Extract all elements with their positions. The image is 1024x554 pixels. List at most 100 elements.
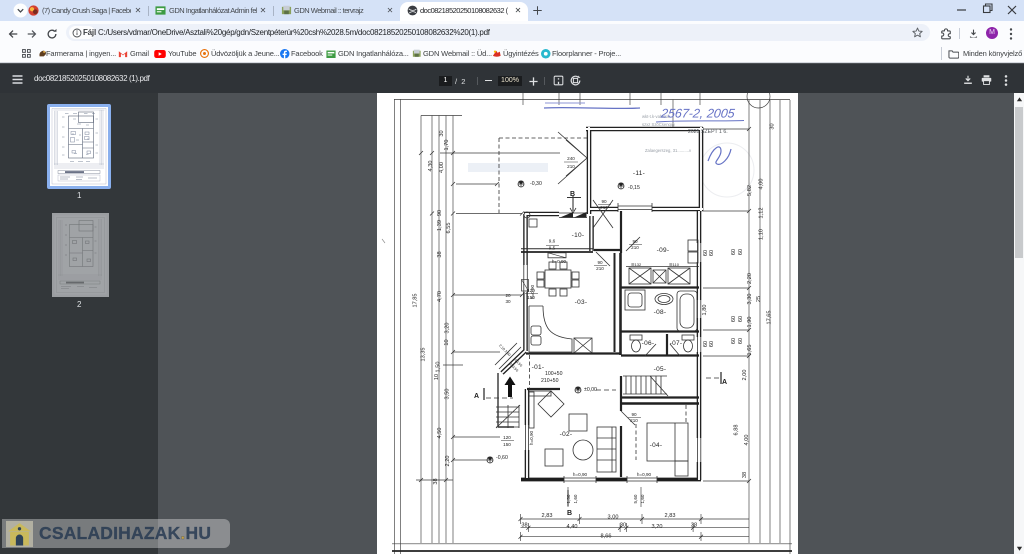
svg-text:-01-: -01-	[532, 364, 545, 371]
svg-text:2,20: 2,20	[445, 456, 451, 467]
svg-text:1,80: 1,80	[702, 305, 708, 316]
svg-text:6,55: 6,55	[446, 223, 452, 234]
svg-text:30: 30	[505, 299, 511, 304]
svg-text:60: 60	[709, 250, 715, 256]
svg-text:90: 90	[631, 412, 637, 417]
svg-text:17,85: 17,85	[413, 294, 419, 308]
svg-text:60: 60	[738, 249, 744, 255]
svg-text:1,10: 1,10	[759, 229, 765, 240]
svg-text:30: 30	[620, 523, 626, 529]
svg-text:9,5: 9,5	[549, 246, 556, 251]
svg-text:2,83: 2,83	[665, 513, 676, 519]
svg-text:240: 240	[567, 156, 575, 161]
svg-text:13,35: 13,35	[421, 348, 427, 362]
svg-text:-04-: -04-	[650, 442, 663, 449]
svg-text:1,50: 1,50	[566, 494, 571, 503]
svg-text:h=0,90: h=0,90	[529, 430, 534, 445]
svg-text:-09-: -09-	[657, 247, 670, 254]
svg-text:30: 30	[770, 123, 776, 129]
svg-text:4,40: 4,40	[567, 524, 578, 530]
svg-text:10: 10	[444, 339, 450, 345]
svg-text:3,00: 3,00	[608, 515, 619, 521]
svg-text:150: 150	[503, 442, 511, 447]
svg-text:38: 38	[742, 472, 748, 478]
svg-text:150: 150	[527, 295, 535, 300]
svg-text:1,39: 1,39	[437, 220, 443, 231]
svg-text:210: 210	[596, 266, 604, 271]
svg-text:210: 210	[630, 418, 638, 423]
svg-text:szxz SzöCsengvy: szxz SzöCsengvy	[642, 122, 676, 127]
svg-text:-07-: -07-	[670, 340, 683, 347]
svg-text:☰132: ☰132	[631, 262, 642, 267]
svg-text:3,20: 3,20	[652, 524, 663, 530]
svg-text:90: 90	[632, 239, 638, 244]
svg-text:1,60: 1,60	[640, 494, 645, 503]
svg-text:2,00: 2,00	[742, 370, 748, 381]
svg-text:-10-: -10-	[572, 232, 585, 239]
svg-text:3,50: 3,50	[445, 389, 451, 400]
svg-text:1,12: 1,12	[759, 208, 765, 219]
svg-text:210: 210	[600, 205, 608, 210]
svg-text:90: 90	[597, 260, 603, 265]
svg-text:-03-: -03-	[575, 299, 588, 306]
svg-text:3,30: 3,30	[747, 294, 753, 305]
svg-text:20: 20	[505, 293, 511, 298]
svg-text:3,20: 3,20	[445, 323, 451, 334]
svg-text:9,6: 9,6	[549, 239, 556, 244]
svg-text:100+50: 100+50	[545, 371, 563, 377]
svg-text:10: 10	[434, 374, 440, 380]
svg-text:2025 SZEPT 1 6.: 2025 SZEPT 1 6.	[688, 129, 728, 135]
svg-text:210+50: 210+50	[541, 378, 559, 384]
svg-text:B: B	[570, 191, 575, 198]
svg-text:17,65: 17,65	[767, 311, 773, 325]
svg-text:38: 38	[691, 523, 697, 529]
svg-text:2,83: 2,83	[542, 513, 553, 519]
svg-text:A: A	[722, 379, 727, 386]
svg-text:38: 38	[433, 478, 439, 484]
svg-text:25: 25	[756, 296, 762, 302]
svg-text:60: 60	[709, 341, 715, 347]
svg-text:-0,15: -0,15	[628, 185, 640, 191]
svg-text:5,82: 5,82	[747, 185, 753, 196]
svg-text:60: 60	[731, 338, 737, 344]
svg-text:-11-: -11-	[633, 170, 645, 177]
svg-text:120: 120	[503, 435, 511, 440]
svg-text:210: 210	[567, 164, 575, 169]
svg-text:60: 60	[738, 316, 744, 322]
svg-text:-0,60: -0,60	[496, 455, 508, 461]
svg-text:4,70: 4,70	[437, 291, 443, 302]
svg-text:90: 90	[601, 199, 607, 204]
svg-text:h=0,90: h=0,90	[637, 472, 652, 477]
svg-text:±0,00: ±0,00	[584, 387, 597, 393]
svg-text:B: B	[567, 510, 572, 517]
svg-text:90: 90	[437, 210, 443, 216]
svg-text:4,30: 4,30	[428, 161, 434, 172]
svg-text:60: 60	[731, 249, 737, 255]
svg-text:1,60: 1,60	[573, 494, 578, 503]
svg-text:1,90: 1,90	[747, 317, 753, 328]
svg-text:120: 120	[527, 288, 535, 293]
svg-text:38: 38	[521, 523, 527, 529]
svg-text:A: A	[474, 393, 479, 400]
svg-text:4,00: 4,00	[744, 435, 750, 446]
svg-text:h=0,90: h=0,90	[552, 259, 567, 264]
svg-text:2,20: 2,20	[747, 273, 753, 284]
svg-text:6,88: 6,88	[734, 425, 740, 436]
svg-text:5,60: 5,60	[633, 494, 638, 503]
svg-text:30: 30	[439, 130, 445, 136]
svg-text:4,00: 4,00	[439, 162, 445, 173]
svg-text:1,70: 1,70	[444, 140, 450, 151]
svg-text:60: 60	[738, 338, 744, 344]
svg-text:-08-: -08-	[654, 309, 667, 316]
svg-text:h=0,90: h=0,90	[573, 472, 588, 477]
svg-text:38: 38	[437, 251, 443, 257]
svg-text:4,00: 4,00	[759, 179, 765, 190]
svg-text:-05-: -05-	[654, 366, 667, 373]
svg-text:4,50: 4,50	[437, 428, 443, 439]
svg-text:1,65: 1,65	[747, 345, 753, 356]
svg-text:☰110: ☰110	[669, 262, 680, 267]
svg-text:-0,30: -0,30	[530, 181, 542, 187]
svg-text:2567-2, 2005: 2567-2, 2005	[659, 107, 735, 121]
svg-text:Zalaegerszeg, 31..........v: Zalaegerszeg, 31..........v	[645, 148, 692, 153]
svg-text:-02-: -02-	[560, 431, 573, 438]
